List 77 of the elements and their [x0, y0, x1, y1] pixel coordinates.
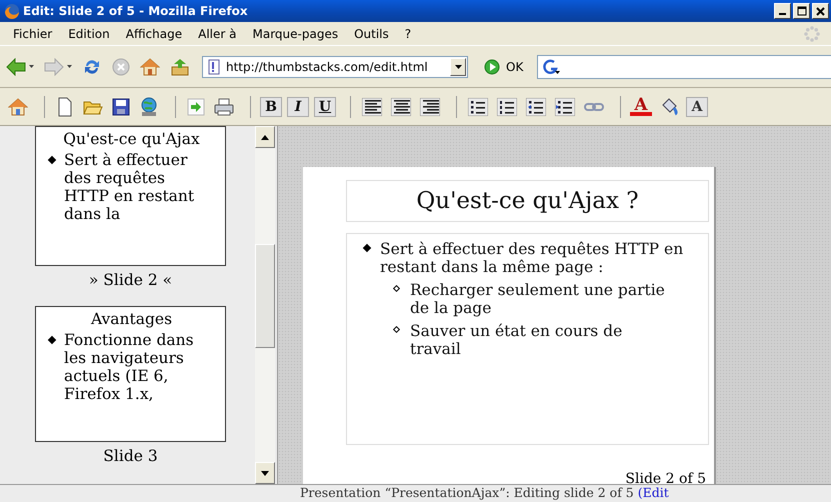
caret-icon [29, 64, 34, 68]
bullet-text: Recharger seulement une partie de la page [410, 281, 665, 317]
address-field[interactable]: http://thumbstacks.com/edit.html [202, 56, 468, 78]
align-right-icon [420, 98, 440, 116]
up-arrow-icon [261, 134, 269, 140]
thumbnail-title: Avantages [90, 310, 174, 328]
slide-title[interactable]: Qu'est-ce qu'Ajax ? [346, 180, 709, 222]
chain-link-icon [584, 100, 604, 112]
bullet-icon [48, 336, 56, 344]
underline-button[interactable]: U [314, 96, 336, 116]
globe-icon [139, 96, 159, 116]
close-icon [816, 6, 825, 16]
page-icon [206, 58, 222, 74]
slide-number: Slide 2 of 5 [625, 471, 706, 484]
home-button[interactable] [138, 56, 162, 78]
url-text: http://thumbstacks.com/edit.html [226, 60, 429, 74]
thumbnail-text: Sert à effectuer des requêtes HTTP en restant dans la [64, 151, 194, 223]
history-dropdown-button[interactable] [450, 58, 466, 76]
forward-arrow-icon [44, 58, 64, 76]
scroll-up-button[interactable] [255, 126, 275, 148]
blank-page-icon [56, 96, 74, 116]
stop-icon [112, 58, 130, 76]
bullet-text: Sauver un état en cours de travail [410, 322, 622, 358]
tray-arrow-icon [170, 58, 190, 76]
go-button[interactable]: OK [482, 56, 526, 76]
slide-caption: » Slide 2 « [88, 271, 172, 289]
maximize-icon [796, 6, 806, 16]
bullet-text: Sert à effectuer des requêtes HTTP en restant dans la même page : [380, 240, 684, 276]
caret-icon [454, 64, 462, 68]
house-icon [140, 58, 160, 76]
go-icon [484, 58, 500, 74]
caret-icon [67, 64, 72, 68]
bullet-icon [362, 244, 372, 252]
back-arrow-icon [6, 58, 26, 76]
slide-content-box[interactable]: Sert à effectuer des requêtes HTTP en restant dans la même page : Recharger seulement une partie de la page Sauver un état en cours de travail [346, 233, 709, 445]
throbber-icon [803, 24, 821, 42]
app-icon [4, 3, 20, 19]
scroll-down-button[interactable] [255, 462, 275, 484]
menu-item[interactable]: Fichier [6, 24, 60, 42]
menu-item[interactable]: Marque-pages [246, 24, 346, 42]
thumbnail-title: Qu'est-ce qu'Ajax [62, 130, 201, 148]
menu-item[interactable]: Edition [61, 24, 117, 42]
down-arrow-icon [261, 470, 269, 476]
thumbnail-text: Fonctionne dans les navigateurs actuels (IE 6, Firefox 1.x, [64, 331, 194, 403]
numbered-list-icon [497, 98, 517, 116]
scrollbar-thumb[interactable] [255, 244, 275, 348]
menu-item[interactable]: Aller à [191, 24, 244, 42]
highlight-button[interactable]: A [686, 96, 708, 116]
menu-item[interactable]: ? [398, 24, 418, 42]
text-color-button[interactable]: A [630, 98, 652, 116]
window-title: Edit: Slide 2 of 5 - Mozilla Firefox [23, 4, 249, 18]
bulleted-list-icon [468, 98, 488, 116]
house-icon [8, 96, 28, 116]
search-engine-icon [541, 58, 562, 76]
bold-button[interactable]: B [260, 96, 282, 116]
italic-button[interactable]: I [287, 96, 309, 116]
slide-caption: Slide 3 [103, 447, 158, 465]
bullet-icon [392, 284, 400, 292]
minimize-icon [779, 13, 786, 15]
bullet-icon [48, 156, 56, 164]
bullet-icon [392, 326, 400, 334]
indent-icon [555, 98, 575, 116]
maximize-button[interactable] [793, 3, 810, 19]
status-text: Presentation “PresentationAjax”: Editing slide 2 of 5 (Edit [300, 485, 669, 500]
align-center-icon [391, 98, 411, 116]
close-button[interactable] [812, 3, 829, 19]
outdent-icon [526, 98, 546, 116]
slide-thumbnail[interactable]: Qu'est-ce qu'Ajax Sert à effectuer des requêtes HTTP en restant dans la [35, 126, 226, 266]
slide-thumbnail[interactable]: Avantages Fonctionne dans les navigateurs actuels (IE 6, Firefox 1.x, [35, 306, 226, 442]
align-left-icon [362, 98, 382, 116]
menu-item[interactable]: Outils [347, 24, 396, 42]
printer-icon [214, 96, 234, 116]
back-button[interactable] [4, 56, 36, 78]
edit-link[interactable]: (Edit [638, 485, 669, 500]
search-field[interactable] [537, 54, 831, 78]
minimize-button[interactable] [774, 3, 791, 19]
menu-item[interactable]: Affichage [118, 24, 190, 42]
